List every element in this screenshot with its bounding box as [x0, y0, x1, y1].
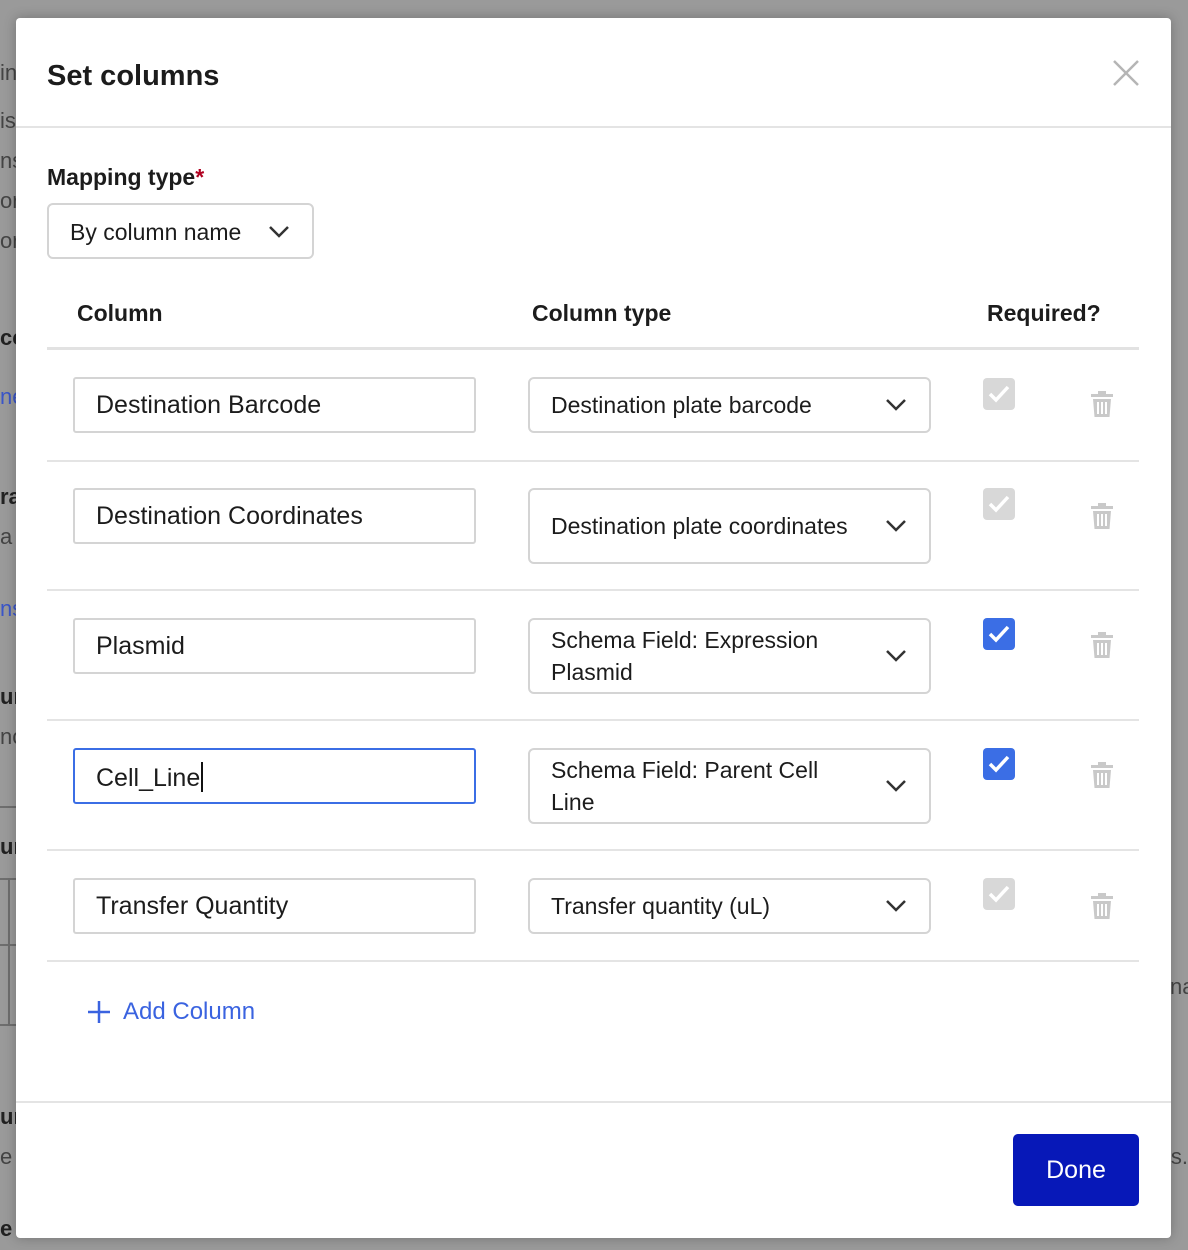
trash-icon[interactable] [1090, 632, 1114, 658]
mapping-type-label: Mapping type* [47, 164, 205, 190]
checkmark-icon [988, 755, 1010, 773]
chevron-down-icon [886, 520, 906, 532]
dialog-header: Set columns [16, 18, 1171, 128]
column-name-input[interactable]: Plasmid [73, 618, 476, 674]
bg-text: ra [0, 484, 16, 509]
chevron-down-icon [886, 650, 906, 662]
set-columns-dialog: Set columns Mapping type* By column name… [16, 18, 1171, 1238]
column-type-value: Transfer quantity (uL) [551, 893, 771, 919]
bg-text: ur [0, 684, 16, 709]
bg-text: or [0, 188, 16, 213]
bg-divider [0, 806, 16, 808]
bg-divider [0, 1024, 16, 1026]
bg-link: ns [0, 596, 16, 621]
checkmark-icon [988, 495, 1010, 513]
bg-text: cc [0, 325, 16, 350]
column-name-input[interactable]: Transfer Quantity [73, 878, 476, 934]
bg-text: a [0, 524, 13, 549]
text-cursor [201, 762, 204, 792]
bg-text: nc [0, 724, 16, 749]
header-required: Required? [987, 300, 1101, 326]
bg-text: e [0, 1144, 13, 1169]
column-type-select[interactable]: Schema Field: Parent Cell Line [528, 748, 931, 824]
close-button[interactable] [1111, 58, 1141, 88]
mapping-type-select[interactable]: By column name [47, 203, 314, 259]
table-row: Destination Coordinates Destination plat… [47, 462, 1139, 591]
required-marker: * [195, 164, 205, 190]
chevron-down-icon [886, 399, 906, 411]
chevron-down-icon [269, 226, 289, 238]
header-column-type: Column type [532, 300, 672, 326]
bg-text: s. [1170, 1144, 1188, 1169]
bg-divider [8, 880, 10, 1025]
add-column-button[interactable]: Add Column [87, 998, 255, 1026]
trash-icon[interactable] [1090, 391, 1114, 417]
trash-icon[interactable] [1090, 762, 1114, 788]
column-type-select[interactable]: Schema Field: Expression Plasmid [528, 618, 931, 694]
bg-divider [0, 944, 16, 946]
bg-text: na [1170, 974, 1188, 999]
column-name-input[interactable]: Cell_Line [73, 748, 476, 804]
column-type-select[interactable]: Destination plate barcode [528, 377, 931, 433]
bg-text: in [0, 60, 16, 85]
header-column: Column [77, 300, 163, 326]
column-name-input[interactable]: Destination Coordinates [73, 488, 476, 544]
dialog-title: Set columns [47, 60, 220, 92]
bg-text: e [0, 1216, 13, 1241]
checkmark-icon [988, 885, 1010, 903]
required-checkbox[interactable] [983, 488, 1015, 520]
column-type-value: Schema Field: Parent Cell Line [551, 757, 819, 815]
done-button[interactable]: Done [1013, 1134, 1139, 1206]
mapping-type-value: By column name [70, 219, 242, 245]
required-checkbox[interactable] [983, 378, 1015, 410]
column-type-value: Destination plate barcode [551, 392, 812, 418]
plus-icon [88, 1001, 110, 1023]
table-row: Cell_Line Schema Field: Parent Cell Line [47, 721, 1139, 851]
close-icon [1113, 60, 1139, 86]
column-type-value: Schema Field: Expression Plasmid [551, 627, 819, 685]
column-type-select[interactable]: Destination plate coordinates [528, 488, 931, 564]
trash-icon[interactable] [1090, 503, 1114, 529]
bg-text: ns [0, 148, 16, 173]
table-row: Transfer Quantity Transfer quantity (uL) [47, 851, 1139, 962]
dialog-footer-divider [16, 1101, 1171, 1103]
required-checkbox[interactable] [983, 618, 1015, 650]
bg-link: ne [0, 384, 16, 409]
column-name-input[interactable]: Destination Barcode [73, 377, 476, 433]
bg-text: ur [0, 834, 16, 859]
columns-table-header: Column Column type Required? [47, 288, 1139, 350]
bg-text: ur [0, 1104, 16, 1129]
table-row: Destination Barcode Destination plate ba… [47, 351, 1139, 462]
bg-text: or [0, 228, 16, 253]
checkmark-icon [988, 625, 1010, 643]
trash-icon[interactable] [1090, 893, 1114, 919]
checkmark-icon [988, 385, 1010, 403]
column-type-value: Destination plate coordinates [551, 513, 848, 539]
chevron-down-icon [886, 780, 906, 792]
table-row: Plasmid Schema Field: Expression Plasmid [47, 591, 1139, 721]
bg-text: is [0, 108, 16, 133]
required-checkbox[interactable] [983, 748, 1015, 780]
add-column-label: Add Column [123, 998, 256, 1025]
column-type-select[interactable]: Transfer quantity (uL) [528, 878, 931, 934]
chevron-down-icon [886, 900, 906, 912]
required-checkbox[interactable] [983, 878, 1015, 910]
